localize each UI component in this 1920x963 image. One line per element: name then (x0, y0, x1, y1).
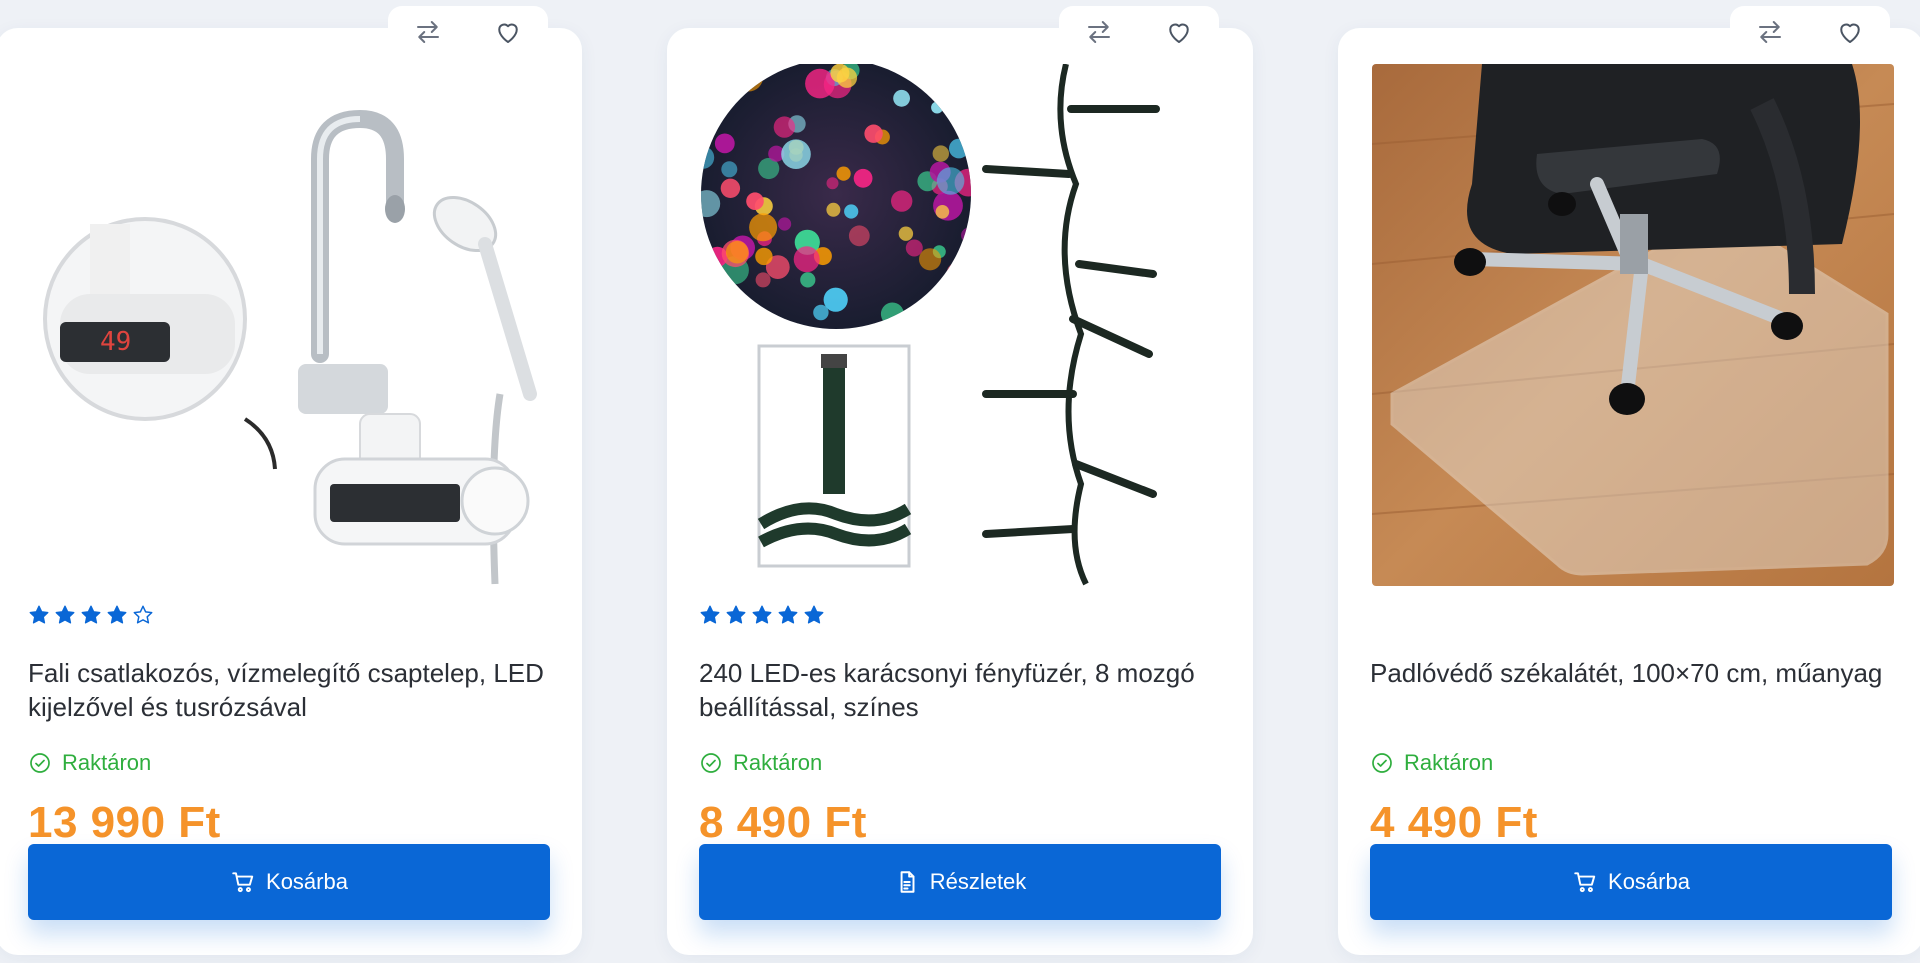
led-dot (755, 272, 771, 288)
led-dot (905, 239, 923, 257)
rating-stars (699, 604, 825, 626)
led-dot (848, 225, 870, 247)
led-dot (893, 89, 910, 107)
heart-icon (498, 23, 518, 43)
led-dot (755, 247, 773, 266)
product-image[interactable] (701, 64, 1223, 586)
product-title[interactable]: Fali csatlakozós, vízmelegítő csaptelep,… (28, 656, 568, 724)
led-dot (898, 226, 914, 241)
button-label: Részletek (929, 869, 1027, 894)
display-readout: 49 (100, 327, 131, 357)
card-actions (1730, 6, 1890, 58)
stock-label: Raktáron (733, 750, 823, 775)
stock-status: Raktáron (1370, 750, 1493, 776)
star-empty-icon (133, 605, 153, 624)
product-card: 49 Fali csatlakozós, vízmelegítő csaptel… (0, 6, 582, 955)
stock-status: Raktáron (28, 750, 151, 776)
led-dot (823, 287, 848, 312)
cart-icon (1574, 872, 1596, 893)
led-dot (781, 139, 811, 169)
stock-label: Raktáron (62, 750, 152, 775)
compare-button[interactable] (408, 12, 448, 52)
add-to-cart-button[interactable]: Kosárba (28, 844, 550, 920)
led-dot (725, 240, 749, 264)
heart-icon (1169, 23, 1189, 43)
led-dot (836, 166, 851, 181)
compare-arrows-icon (417, 21, 439, 43)
product-price: 13 990 Ft (28, 798, 221, 847)
star-filled-icon (752, 605, 772, 624)
led-dot (778, 217, 792, 231)
star-filled-icon (804, 605, 824, 624)
cart-icon (232, 872, 254, 893)
led-dot (836, 67, 858, 88)
led-dot (891, 190, 913, 212)
stock-status: Raktáron (699, 750, 822, 776)
led-dot (714, 133, 735, 154)
card-actions (1059, 6, 1219, 58)
product-image[interactable] (1372, 64, 1894, 586)
star-filled-icon (107, 605, 127, 624)
led-dot (844, 204, 859, 219)
wishlist-button[interactable] (1830, 12, 1870, 52)
led-dot (805, 68, 835, 99)
led-dot (749, 213, 778, 242)
led-dot (919, 248, 942, 271)
star-filled-icon (55, 605, 75, 624)
star-filled-icon (726, 605, 746, 624)
product-card: 240 LED-es karácsonyi fényfüzér, 8 mozgó… (667, 6, 1253, 955)
check-circle-icon (30, 753, 50, 773)
compare-button[interactable] (1750, 12, 1790, 52)
heart-icon (1840, 23, 1860, 43)
wishlist-button[interactable] (488, 12, 528, 52)
wishlist-button[interactable] (1159, 12, 1199, 52)
led-dot (720, 178, 741, 198)
led-dot (721, 161, 738, 178)
star-filled-icon (700, 605, 720, 624)
compare-arrows-icon (1759, 21, 1781, 43)
rating-stars (28, 604, 154, 626)
details-button[interactable]: Részletek (699, 844, 1221, 920)
led-dot (936, 167, 965, 195)
product-price: 4 490 Ft (1370, 798, 1538, 847)
star-filled-icon (29, 605, 49, 624)
led-dot (826, 177, 839, 190)
led-dot (935, 205, 950, 219)
card-actions (388, 6, 548, 58)
product-card: Padlóvédő székalátét, 100×70 cm, műanyag… (1338, 6, 1920, 955)
led-dot (826, 202, 841, 217)
led-dot (932, 145, 949, 162)
led-dot (773, 116, 796, 138)
check-circle-icon (1372, 753, 1392, 773)
compare-button[interactable] (1079, 12, 1119, 52)
add-to-cart-button[interactable]: Kosárba (1370, 844, 1892, 920)
document-icon (900, 871, 915, 893)
product-title[interactable]: Padlóvédő székalátét, 100×70 cm, műanyag (1370, 656, 1910, 690)
led-dot (793, 246, 820, 273)
star-filled-icon (81, 605, 101, 624)
product-image[interactable]: 49 (30, 64, 552, 586)
led-dot (853, 168, 873, 188)
product-title[interactable]: 240 LED-es karácsonyi fényfüzér, 8 mozgó… (699, 656, 1239, 724)
led-dot (800, 272, 816, 288)
button-label: Kosárba (266, 869, 348, 894)
product-price: 8 490 Ft (699, 798, 867, 847)
check-circle-icon (701, 753, 721, 773)
led-dot (746, 192, 764, 210)
stock-label: Raktáron (1404, 750, 1494, 775)
button-label: Kosárba (1608, 869, 1690, 894)
star-filled-icon (778, 605, 798, 624)
led-dot (864, 124, 883, 143)
compare-arrows-icon (1088, 21, 1110, 43)
